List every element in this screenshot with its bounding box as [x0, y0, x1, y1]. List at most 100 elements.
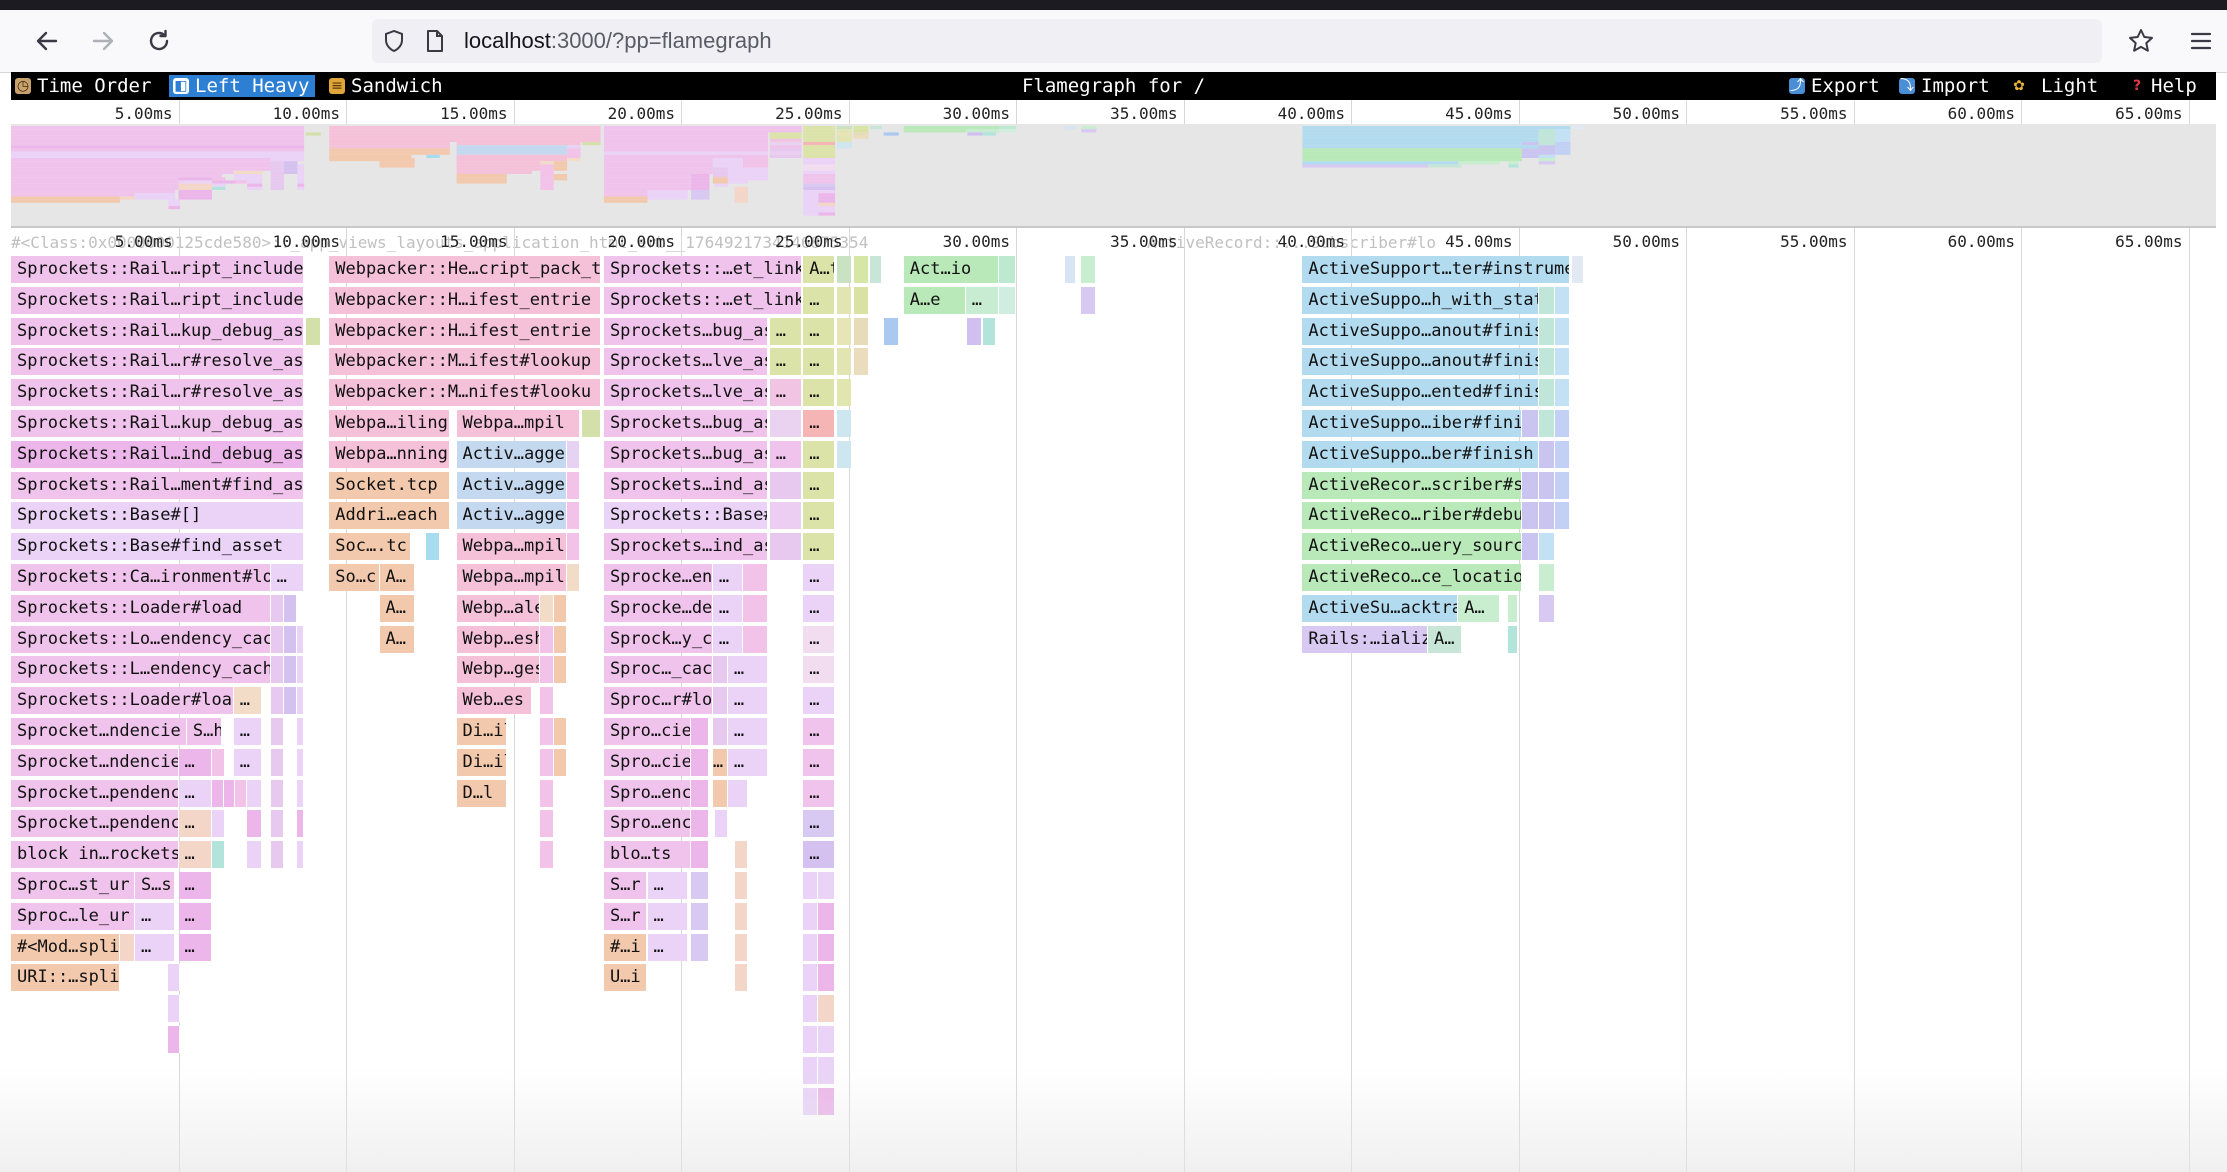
flame-frame[interactable]: …: [727, 718, 769, 745]
flame-frame[interactable]: ActiveSu…acktrac: [1302, 594, 1459, 622]
flame-frame[interactable]: Webpa…mpil: [456, 533, 568, 561]
flame-frame[interactable]: [803, 872, 819, 899]
flame-frame[interactable]: [853, 256, 869, 283]
flame-frame[interactable]: …: [233, 718, 263, 745]
flame-frame[interactable]: …: [178, 902, 212, 930]
flame-frame[interactable]: [270, 656, 285, 684]
bookmark-button[interactable]: [2126, 26, 2156, 56]
flame-frame[interactable]: URI::…spli: [11, 964, 120, 992]
flame-frame[interactable]: [168, 1026, 181, 1053]
flame-frame[interactable]: [297, 656, 305, 684]
flame-frame[interactable]: [270, 625, 285, 653]
flame-frame[interactable]: Activ…agge: [456, 440, 568, 468]
flame-frame[interactable]: [691, 779, 710, 807]
flame-frame[interactable]: [836, 348, 852, 376]
flame-frame[interactable]: Sprockets::Rail…ript_include_ta: [11, 286, 305, 314]
flame-frame[interactable]: [818, 1087, 836, 1115]
flame-frame[interactable]: ActiveSuppo…anout#finis: [1302, 317, 1539, 345]
flame-frame[interactable]: [284, 625, 298, 653]
flame-frame[interactable]: [582, 410, 601, 437]
flame-frame[interactable]: …: [803, 533, 836, 561]
flame-frame[interactable]: Spro…cie: [603, 718, 692, 745]
flame-frame[interactable]: [1555, 348, 1571, 376]
flame-frame[interactable]: [734, 841, 748, 869]
flame-frame[interactable]: [818, 964, 836, 992]
flame-frame[interactable]: A…: [1458, 594, 1501, 622]
flame-frame[interactable]: [734, 964, 748, 992]
flame-frame[interactable]: [1555, 379, 1571, 407]
flame-frame[interactable]: [270, 748, 285, 776]
flame-frame[interactable]: …: [803, 440, 836, 468]
back-button[interactable]: [32, 26, 62, 56]
flame-frame[interactable]: Sprockets…ind_asse: [603, 533, 769, 561]
flame-frame[interactable]: [818, 872, 836, 899]
flame-frame[interactable]: [691, 810, 710, 838]
flame-frame[interactable]: [223, 779, 236, 807]
flame-frame[interactable]: [567, 502, 581, 530]
flame-frame[interactable]: U…i: [603, 964, 648, 992]
flame-frame[interactable]: [803, 933, 819, 961]
flame-frame[interactable]: Webp…ges: [456, 656, 541, 684]
flame-frame[interactable]: …: [712, 564, 743, 591]
flame-frame[interactable]: …: [233, 687, 263, 715]
flame-frame[interactable]: [297, 841, 305, 869]
tab-time-order[interactable]: ◷ Time Order: [11, 75, 157, 97]
flame-frame[interactable]: [999, 256, 1016, 283]
flame-frame[interactable]: Di…il: [456, 748, 507, 776]
flame-frame[interactable]: [1555, 471, 1571, 499]
flame-frame[interactable]: [727, 779, 748, 807]
flame-frame[interactable]: …: [803, 748, 836, 776]
flame-frame[interactable]: [1555, 286, 1571, 314]
flame-frame[interactable]: …: [769, 317, 802, 345]
flame-frame[interactable]: …: [647, 933, 688, 961]
flame-frame[interactable]: …: [803, 286, 836, 314]
flame-frame[interactable]: …: [134, 933, 176, 961]
flame-frame[interactable]: [284, 687, 298, 715]
flame-frame[interactable]: [270, 810, 285, 838]
tab-sandwich[interactable]: ≡ Sandwich: [325, 75, 449, 97]
flame-frame[interactable]: [235, 779, 248, 807]
reload-button[interactable]: [144, 26, 174, 56]
flame-frame[interactable]: [284, 656, 298, 684]
flame-frame[interactable]: [1521, 410, 1539, 437]
flame-frame[interactable]: …: [803, 841, 836, 869]
flame-frame[interactable]: …: [965, 286, 1000, 314]
flame-frame[interactable]: So…c: [329, 564, 380, 591]
flame-frame[interactable]: [691, 933, 710, 961]
flame-frame[interactable]: [284, 594, 298, 622]
flame-frame[interactable]: …: [727, 656, 769, 684]
flame-frame[interactable]: [734, 902, 748, 930]
flame-frame[interactable]: Sproc…st_ur: [11, 872, 135, 899]
flame-frame[interactable]: Sprock…y_cach: [603, 625, 713, 653]
flame-frame[interactable]: Sprockets::Rail…ind_debug_asse: [11, 440, 305, 468]
export-button[interactable]: ⤴ Export: [1785, 75, 1886, 97]
flame-frame[interactable]: [553, 594, 568, 622]
flame-frame[interactable]: …: [803, 810, 836, 838]
flame-frame[interactable]: Sprockets…bug_asse: [603, 410, 769, 437]
flame-frame[interactable]: …: [769, 348, 802, 376]
flame-frame[interactable]: [712, 656, 728, 684]
flame-frame[interactable]: A…t: [803, 256, 836, 283]
flame-frame[interactable]: [297, 779, 305, 807]
flame-frame[interactable]: block in…rockets: [11, 841, 179, 869]
flame-frame[interactable]: …: [803, 348, 836, 376]
flame-frame[interactable]: [836, 410, 852, 437]
flame-frame[interactable]: [1538, 317, 1556, 345]
flame-frame[interactable]: S…r: [603, 872, 648, 899]
flame-frame[interactable]: [270, 594, 285, 622]
flame-frame[interactable]: ActiveSuppo…iber#finis: [1302, 410, 1522, 437]
flame-frame[interactable]: …: [803, 564, 836, 591]
flame-frame[interactable]: Sprockets::…et_link_ta: [603, 286, 802, 314]
flame-frame[interactable]: Activ…agge: [456, 502, 568, 530]
flame-frame[interactable]: [967, 317, 983, 345]
flame-frame[interactable]: [1081, 286, 1097, 314]
flame-frame[interactable]: [540, 718, 554, 745]
flame-frame[interactable]: Webpacker::He…cript_pack_ta: [329, 256, 601, 283]
flame-frame[interactable]: [540, 687, 554, 715]
flame-frame[interactable]: [803, 1087, 819, 1115]
flame-frame[interactable]: [297, 810, 305, 838]
flame-frame[interactable]: [553, 718, 568, 745]
flame-frame[interactable]: #<Mod…spli: [11, 933, 120, 961]
flame-frame[interactable]: …: [803, 410, 836, 437]
flame-frame[interactable]: ActiveSuppo…h_with_stat: [1302, 286, 1539, 314]
